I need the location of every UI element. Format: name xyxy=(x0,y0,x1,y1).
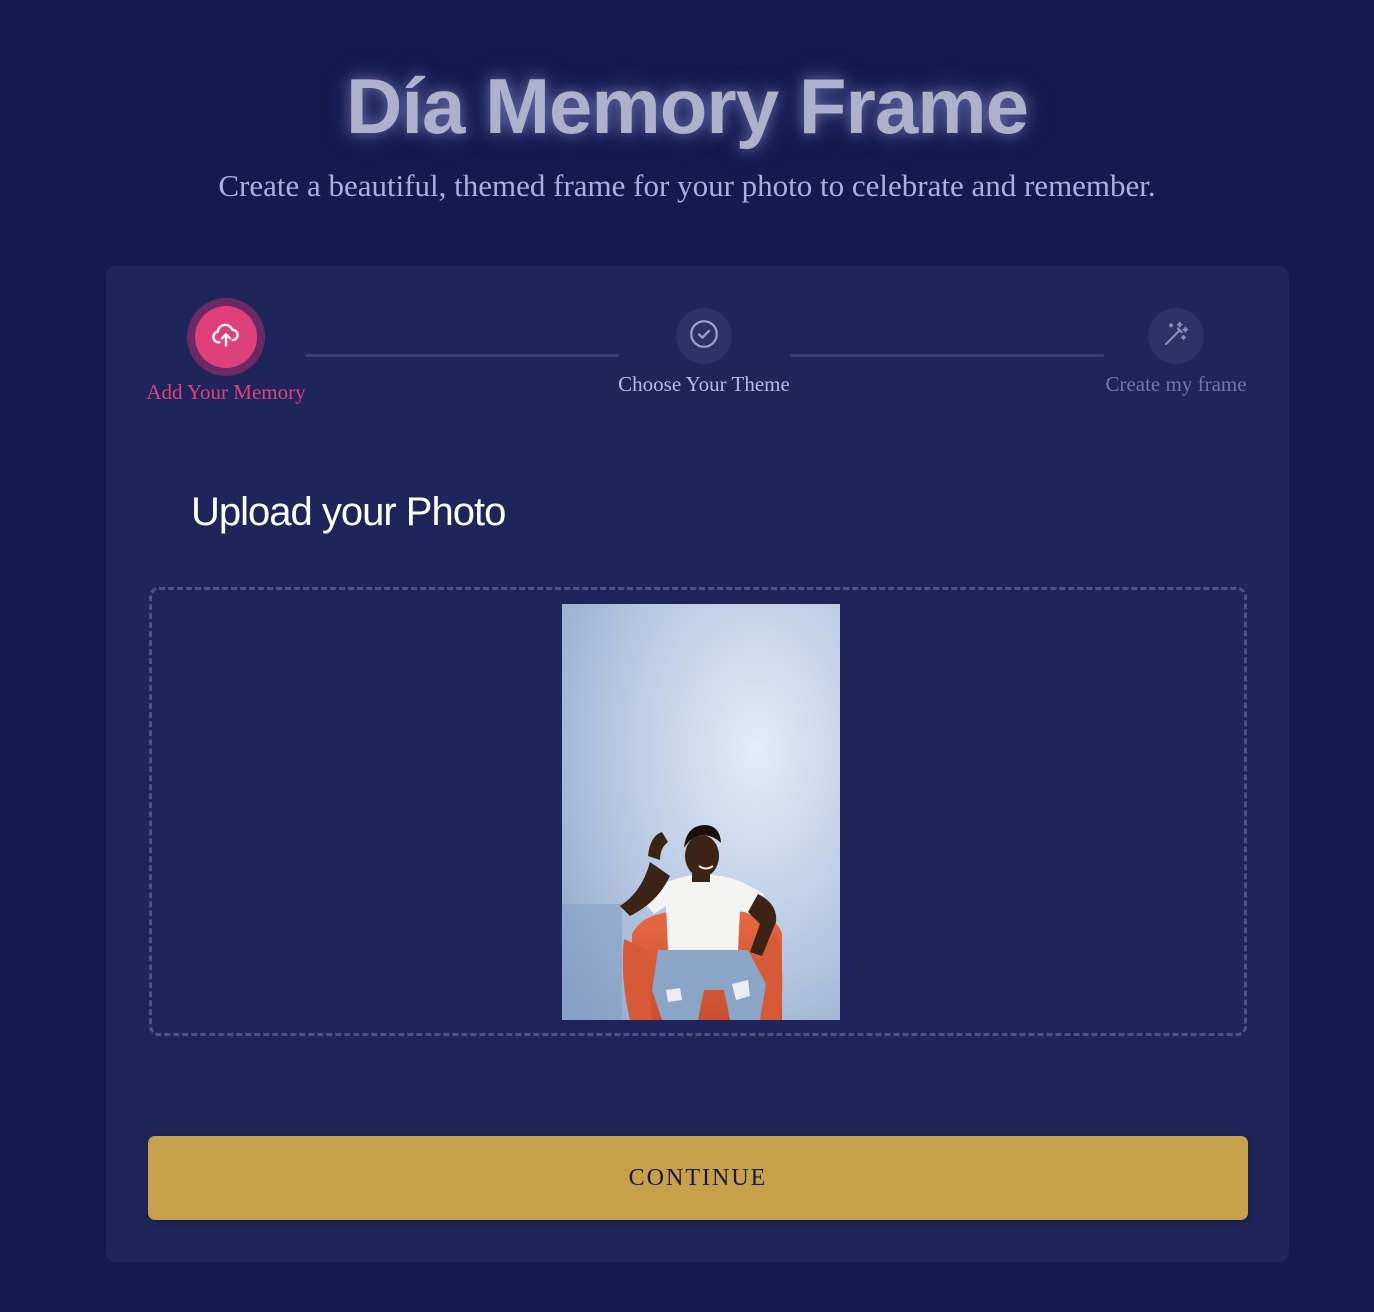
step-choose-theme[interactable]: Choose Your Theme xyxy=(604,298,804,398)
step-label-choose-theme: Choose Your Theme xyxy=(618,372,790,396)
step-label-create-frame: Create my frame xyxy=(1105,372,1247,396)
upload-title: Upload your Photo xyxy=(191,490,506,534)
page-header: Día Memory Frame Create a beautiful, the… xyxy=(0,58,1374,204)
uploaded-photo-preview xyxy=(562,604,840,1020)
app-subtitle: Create a beautiful, themed frame for you… xyxy=(218,168,1156,203)
step-connector xyxy=(305,354,619,357)
continue-button[interactable]: CONTINUE xyxy=(148,1136,1248,1220)
photo-dropzone[interactable] xyxy=(149,587,1247,1036)
cloud-upload-icon xyxy=(210,319,242,355)
app-title: Día Memory Frame xyxy=(346,62,1029,150)
step-add-memory[interactable]: Add Your Memory xyxy=(126,298,326,406)
check-circle-icon xyxy=(687,317,721,355)
step-indicator-active[interactable] xyxy=(187,298,265,376)
step-label-add-memory: Add Your Memory xyxy=(146,380,306,404)
upload-card: Add Your Memory Choose Your Theme Create… xyxy=(106,266,1289,1262)
step-connector xyxy=(790,354,1104,357)
magic-wand-icon xyxy=(1161,319,1191,353)
step-indicator[interactable] xyxy=(1148,308,1204,364)
step-create-frame[interactable]: Create my frame xyxy=(1076,298,1276,398)
step-indicator[interactable] xyxy=(676,308,732,364)
